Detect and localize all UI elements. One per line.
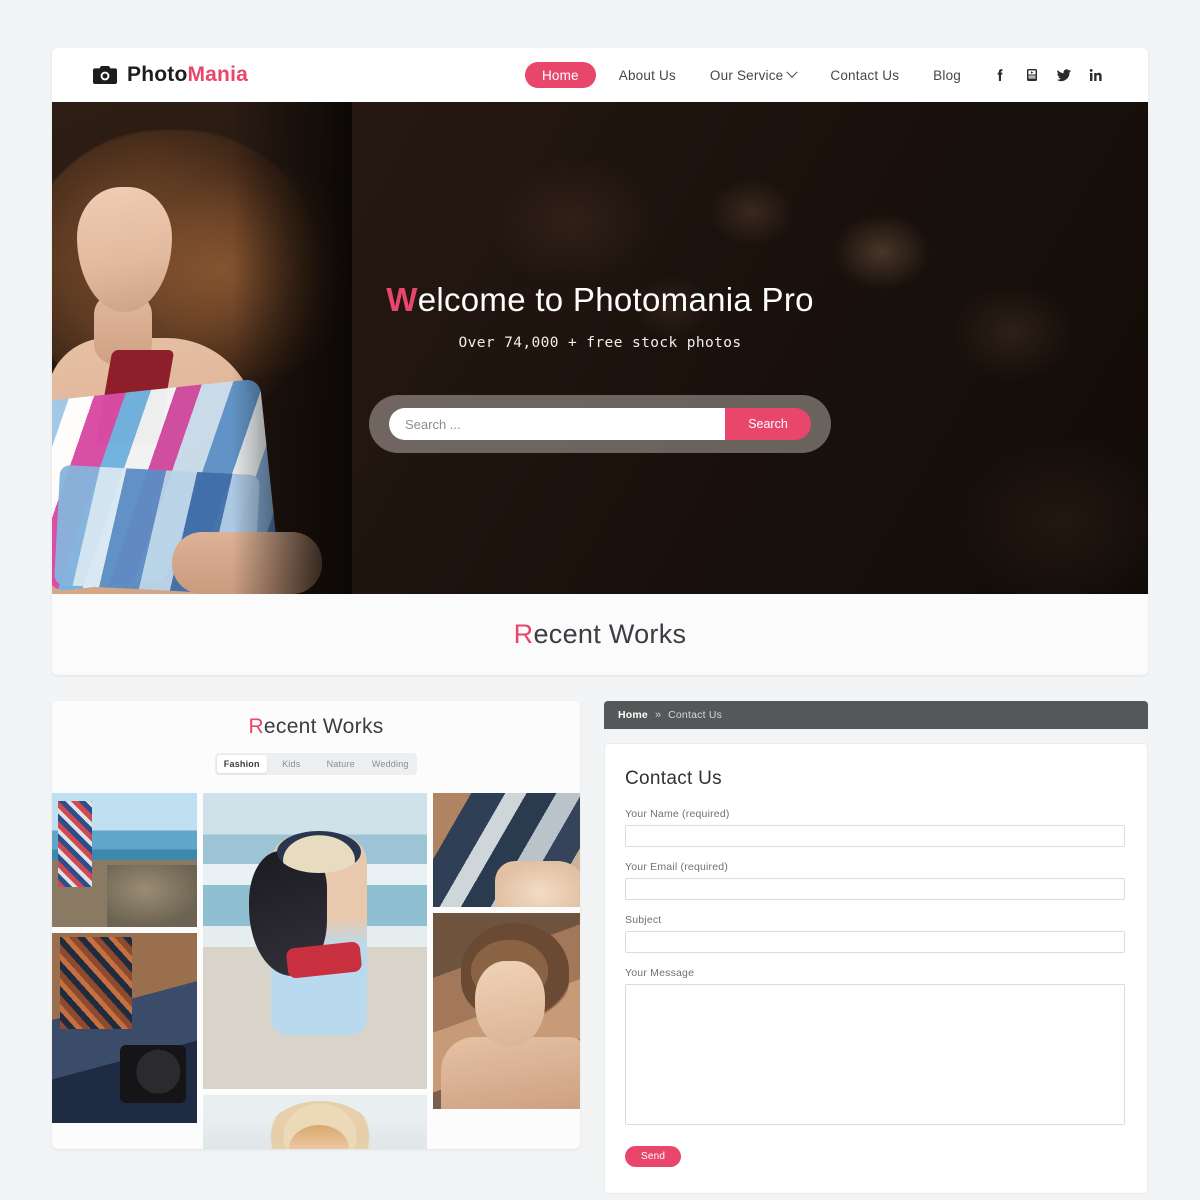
filter-tab-wedding[interactable]: Wedding [366,755,416,773]
search-input[interactable] [389,408,725,440]
breadcrumb-current: Contact Us [668,709,723,721]
gallery-column-3 [433,793,580,1149]
band-title-rest: ecent Works [533,619,687,649]
breadcrumb: Home » Contact Us [604,701,1148,729]
photo-beach-woman-hat[interactable] [202,793,428,1089]
nav-label-about-us: About Us [618,67,676,83]
linkedin-icon[interactable] [1088,67,1104,83]
band-title: Recent Works [514,619,687,650]
label-your-name: Your Name (required) [625,808,730,820]
breadcrumb-home-link[interactable]: Home [618,709,648,721]
filter-tab-kids[interactable]: Kids [267,755,317,773]
photo-seaside-rocks[interactable] [52,793,197,927]
social-links [992,67,1104,83]
gallery-column-1 [52,793,197,1149]
gallery-column-2 [202,793,428,1149]
contact-form-card: Contact Us Your Name (required) Your Ema… [604,743,1148,1194]
brand-part-2: Mania [187,63,248,86]
twitter-icon[interactable] [1056,67,1072,83]
your-email-input[interactable] [625,878,1125,900]
hero-content: Welcome to Photomania Pro Over 74,000 + … [52,102,1148,594]
works-header: Recent Works Fashion Kids Nature Wedding [52,701,580,775]
hero-title-rest: elcome to Photomania Pro [417,281,814,318]
breadcrumb-separator-icon: » [654,709,662,721]
contact-column: Home » Contact Us Contact Us Your Name (… [604,701,1148,1194]
photo-photographer-camera[interactable] [52,933,197,1123]
photo-portrait-woman[interactable] [433,913,580,1109]
hero-banner: Welcome to Photomania Pro Over 74,000 + … [52,102,1148,594]
contact-form-title: Contact Us [625,768,722,789]
main-nav: Home About Us Our Service Contact Us Blo… [524,62,1104,88]
nav-item-our-service[interactable]: Our Service [693,66,813,83]
nav-label-contact-us: Contact Us [830,67,900,83]
label-subject: Subject [625,914,662,926]
your-name-input[interactable] [625,825,1125,847]
hero-title-highlight: W [386,281,418,318]
camera-icon [92,65,118,85]
works-title-highlight: R [248,715,264,738]
brand-text: PhotoMania [127,63,248,87]
works-title: Recent Works [52,715,580,739]
band-title-highlight: R [513,619,534,649]
works-filter-bar: Fashion Kids Nature Wedding [215,753,417,775]
site-header: PhotoMania Home About Us Our Service Con… [52,48,1148,102]
chevron-down-icon [786,66,799,78]
works-card: Recent Works Fashion Kids Nature Wedding [52,701,580,1149]
send-button[interactable]: Send [625,1146,682,1167]
subject-input[interactable] [625,931,1125,953]
filter-tab-nature[interactable]: Nature [316,755,366,773]
nav-label-blog: Blog [933,67,961,83]
hero-search-container: Search [369,395,831,453]
hero-subtitle: Over 74,000 + free stock photos [458,335,742,351]
label-your-email: Your Email (required) [625,861,729,873]
recent-works-band: Recent Works [52,594,1148,675]
search-button[interactable]: Search [725,408,811,440]
works-gallery [52,793,580,1149]
youtube-icon[interactable] [1024,67,1040,83]
brand-logo[interactable]: PhotoMania [92,63,248,87]
photo-woman-straw-hat[interactable] [202,1095,428,1149]
label-your-message: Your Message [625,967,695,979]
facebook-icon[interactable] [992,67,1008,83]
works-title-rest: ecent Works [263,715,384,738]
main-card: PhotoMania Home About Us Our Service Con… [52,48,1148,675]
nav-item-home[interactable]: Home [524,62,596,88]
filter-tab-fashion[interactable]: Fashion [217,755,267,773]
your-message-textarea[interactable] [625,984,1125,1125]
nav-item-blog[interactable]: Blog [916,68,978,83]
page-root: PhotoMania Home About Us Our Service Con… [0,0,1200,1200]
nav-item-about-us[interactable]: About Us [602,68,693,83]
nav-label-home: Home [541,67,579,83]
nav-label-our-service: Our Service [709,67,784,83]
brand-part-1: Photo [127,63,188,86]
photo-window-bicycle[interactable] [433,793,580,907]
nav-item-contact-us[interactable]: Contact Us [813,68,916,83]
hero-title: Welcome to Photomania Pro [386,281,814,319]
